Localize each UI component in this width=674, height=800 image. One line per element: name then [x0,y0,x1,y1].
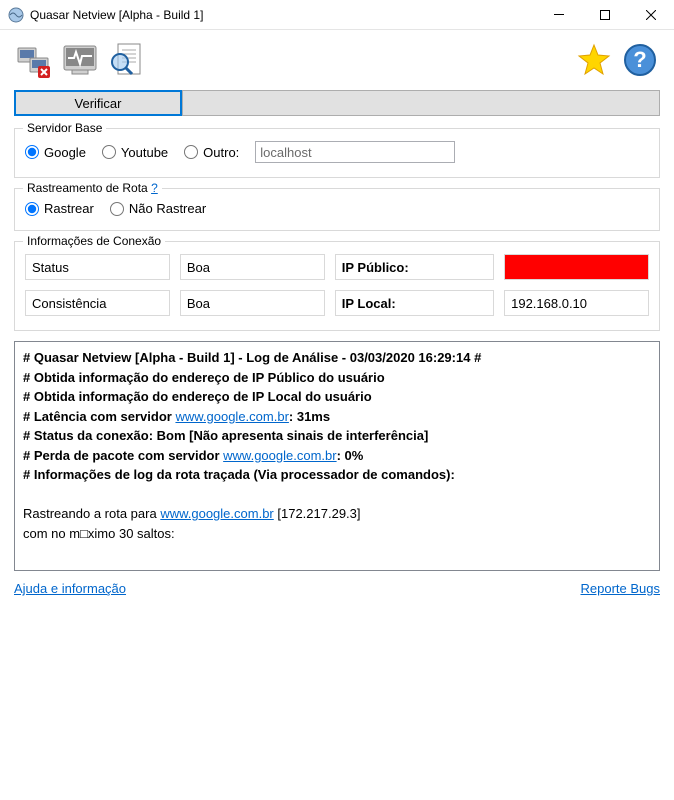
consistency-value: Boa [180,290,325,316]
minimize-button[interactable] [536,0,582,30]
toolbar: ? [14,40,660,80]
consistency-label: Consistência [25,290,170,316]
status-label: Status [25,254,170,280]
log-link[interactable]: www.google.com.br [175,409,288,424]
local-ip-label: IP Local: [335,290,494,316]
app-icon [8,7,24,23]
base-server-fieldset: Servidor Base Google Youtube Outro: [14,128,660,178]
trace-help-link[interactable]: ? [151,181,158,195]
search-document-icon[interactable] [106,40,146,80]
help-icon[interactable]: ? [620,40,660,80]
network-error-icon[interactable] [14,40,54,80]
radio-youtube[interactable]: Youtube [102,145,168,160]
verify-button[interactable]: Verificar [14,90,182,116]
blank-button[interactable] [182,90,660,116]
activity-monitor-icon[interactable] [60,40,100,80]
radio-other[interactable]: Outro: [184,145,239,160]
close-button[interactable] [628,0,674,30]
star-icon[interactable] [574,40,614,80]
radio-notrace[interactable]: Não Rastrear [110,201,206,216]
base-server-legend: Servidor Base [23,121,106,135]
status-value: Boa [180,254,325,280]
window-title: Quasar Netview [Alpha - Build 1] [30,8,536,22]
help-info-link[interactable]: Ajuda e informação [14,581,126,596]
connection-info-fieldset: Informações de Conexão Status Boa IP Púb… [14,241,660,331]
connection-info-legend: Informações de Conexão [23,234,165,248]
log-output[interactable]: # Quasar Netview [Alpha - Build 1] - Log… [14,341,660,571]
titlebar: Quasar Netview [Alpha - Build 1] [0,0,674,30]
radio-google[interactable]: Google [25,145,86,160]
other-host-input[interactable] [255,141,455,163]
trace-route-fieldset: Rastreamento de Rota ? Rastrear Não Rast… [14,188,660,231]
public-ip-value [504,254,649,280]
log-link[interactable]: www.google.com.br [223,448,336,463]
local-ip-value: 192.168.0.10 [504,290,649,316]
maximize-button[interactable] [582,0,628,30]
radio-trace[interactable]: Rastrear [25,201,94,216]
report-bugs-link[interactable]: Reporte Bugs [581,581,661,596]
public-ip-label: IP Público: [335,254,494,280]
svg-text:?: ? [633,47,646,72]
log-link[interactable]: www.google.com.br [160,506,273,521]
trace-route-legend: Rastreamento de Rota ? [23,181,162,195]
